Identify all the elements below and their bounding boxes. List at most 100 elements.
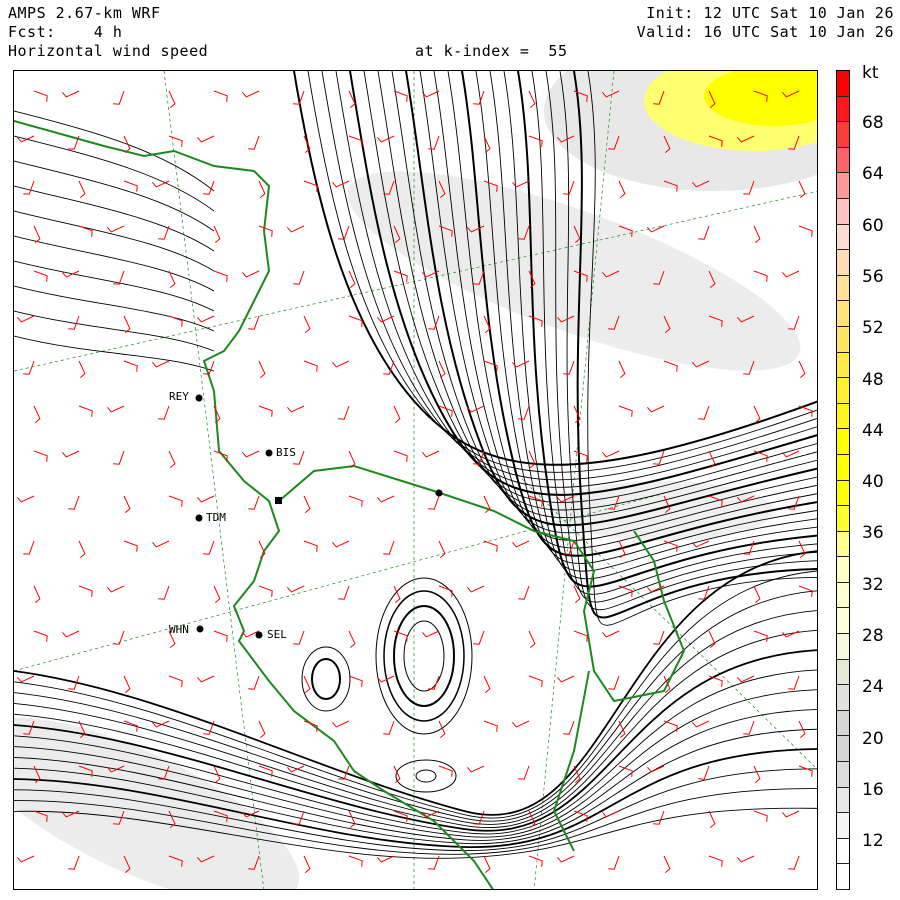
wind-barb (692, 540, 710, 548)
wind-barb (528, 90, 536, 108)
wind-barb (287, 225, 305, 233)
wind-barb (737, 855, 755, 863)
wind-map: REY BIS TDM WHN SEL (13, 70, 818, 890)
wind-barb (383, 540, 395, 555)
wind-barb (708, 630, 716, 648)
streamline (14, 135, 215, 212)
wind-barb (348, 675, 363, 687)
wind-barb (158, 405, 170, 420)
wind-barb (483, 720, 498, 732)
wind-barb (303, 675, 311, 693)
wind-barb (303, 540, 318, 552)
wind-barb (528, 855, 543, 867)
wind-barb (438, 360, 446, 378)
wind-barb (113, 450, 125, 465)
wind-barb (528, 630, 536, 648)
model-title: AMPS 2.67-km WRF (8, 4, 161, 22)
wind-barb (78, 540, 86, 558)
station-label-sel: SEL (267, 628, 287, 641)
map-canvas (14, 71, 817, 889)
wind-barb (248, 135, 260, 150)
wind-barb (197, 495, 215, 503)
wind-barb (168, 675, 183, 687)
wind-barb (78, 405, 93, 417)
wind-barb (258, 225, 273, 237)
wind-barb (213, 90, 228, 102)
wind-barb (422, 90, 440, 98)
wind-barb (743, 720, 755, 735)
wind-barb (123, 675, 131, 693)
colorbar-label: 40 (862, 472, 884, 493)
colorbar-swatch (837, 122, 849, 148)
wind-barb (107, 585, 125, 593)
colorbar-label: 68 (862, 113, 884, 133)
wind-barb (528, 450, 536, 468)
wind-barb (293, 630, 305, 645)
wind-barb (753, 405, 761, 423)
forecast-hour: Fcst: 4 h (8, 23, 123, 41)
wind-barb (788, 675, 800, 690)
wind-barb (557, 675, 575, 683)
station-label-rey: REY (169, 390, 189, 403)
colorbar-swatch (837, 147, 849, 174)
wind-barb (33, 90, 48, 102)
wind-barb (168, 90, 176, 108)
colorbar-label: 44 (862, 420, 884, 441)
colorbar-swatch (837, 531, 849, 558)
wind-barb (248, 675, 260, 690)
wind-barb (483, 540, 498, 552)
wind-barb (602, 450, 620, 458)
wind-barb (303, 315, 311, 333)
wind-barb (17, 495, 35, 503)
wind-barb (377, 495, 395, 503)
colorbar-swatch (837, 736, 849, 763)
wind-barb (753, 810, 768, 822)
station-markers (195, 394, 443, 639)
colorbar-swatch (837, 634, 849, 660)
colorbar-swatch (837, 506, 849, 532)
wind-barb (33, 225, 41, 243)
wind-barb (663, 360, 678, 372)
closed-circulations (301, 577, 473, 793)
wind-barb (33, 405, 41, 423)
wind-barb (33, 270, 48, 282)
wind-barb (602, 630, 620, 638)
wind-barb (782, 270, 800, 278)
wind-barb (287, 585, 305, 593)
wind-barb (203, 540, 215, 555)
wind-barb (168, 135, 183, 147)
wind-barb (123, 495, 131, 513)
wind-barb (338, 585, 350, 600)
wind-barb (338, 405, 350, 420)
colorbar-swatch (837, 71, 849, 97)
wind-barb (242, 450, 260, 458)
colorbar-swatch (837, 301, 849, 327)
wind-barb (438, 585, 453, 597)
wind-barb (197, 315, 215, 323)
streamline (14, 260, 215, 312)
colorbar-swatch (837, 378, 849, 404)
wind-barb (698, 405, 710, 420)
wind-barb (618, 405, 633, 417)
colorbar-swatch (837, 250, 849, 276)
wind-barb (62, 630, 80, 638)
colorbar-swatch (837, 710, 849, 737)
streamline (14, 210, 215, 272)
colorbar-label: 24 (862, 677, 884, 698)
wind-barb (242, 90, 260, 98)
streamline (14, 310, 215, 352)
wind-barb (422, 630, 440, 638)
wind-barb (203, 180, 215, 195)
colorbar-swatch (837, 557, 849, 583)
wind-barb (467, 585, 485, 593)
wind-barb (518, 765, 530, 780)
streamline (14, 285, 215, 332)
colorbar-label: 32 (862, 574, 884, 595)
wind-barb (107, 405, 125, 413)
colorbar-swatch (837, 864, 849, 890)
wind-barb (168, 495, 183, 507)
colorbar-swatch (837, 685, 849, 711)
wind-barb (698, 225, 710, 240)
wind-barb (557, 855, 575, 863)
wind-barb (512, 540, 530, 548)
